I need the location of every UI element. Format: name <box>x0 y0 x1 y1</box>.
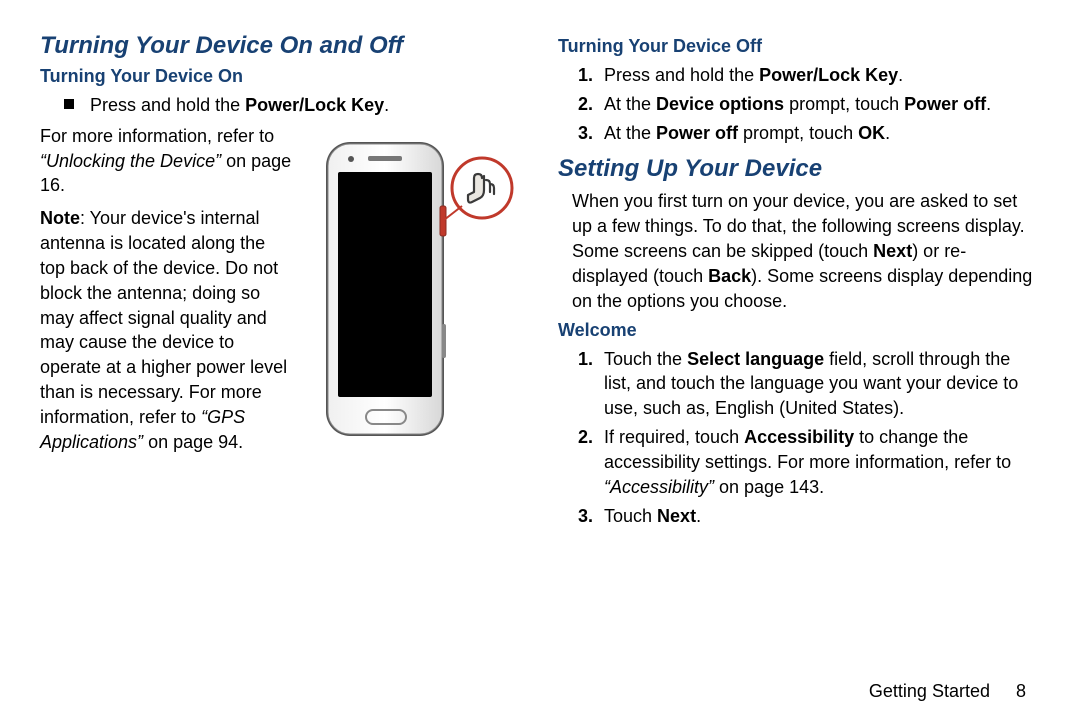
para1-a: For more information, refer to <box>40 126 274 146</box>
step-number: 2. <box>578 425 604 499</box>
off-step-1: 1. Press and hold the Power/Lock Key. <box>578 63 1036 88</box>
page-footer: Getting Started 8 <box>869 681 1026 702</box>
square-bullet-icon <box>64 99 74 109</box>
heading-turning-on-off: Turning Your Device On and Off <box>40 32 518 60</box>
off-step-3: 3. At the Power off prompt, touch OK. <box>578 121 1036 146</box>
step-text: If required, touch Accessibility to chan… <box>604 425 1036 499</box>
heading-welcome: Welcome <box>558 320 1036 341</box>
step-number: 3. <box>578 504 604 529</box>
step-text: At the Device options prompt, touch Powe… <box>604 92 991 117</box>
page-columns: Turning Your Device On and Off Turning Y… <box>40 32 1036 704</box>
welcome-step-2: 2. If required, touch Accessibility to c… <box>578 425 1036 499</box>
note-paragraph: Note: Your device's internal antenna is … <box>40 206 294 454</box>
note-tail: on page 94. <box>143 432 243 452</box>
footer-page-number: 8 <box>1016 681 1026 702</box>
step-text: Touch the Select language field, scroll … <box>604 347 1036 421</box>
note-label: Note <box>40 208 80 228</box>
step-number: 1. <box>578 347 604 421</box>
left-column: Turning Your Device On and Off Turning Y… <box>40 32 546 704</box>
intro-text: For more information, refer to “Unlockin… <box>40 124 308 455</box>
welcome-step-1: 1. Touch the Select language field, scro… <box>578 347 1036 421</box>
phone-figure <box>308 134 518 455</box>
step-text: Press and hold the Power/Lock Key. <box>604 63 903 88</box>
step-number: 3. <box>578 121 604 146</box>
off-step-2: 2. At the Device options prompt, touch P… <box>578 92 1036 117</box>
welcome-step-3: 3. Touch Next. <box>578 504 1036 529</box>
para1-ital: “Unlocking the Device” <box>40 151 221 171</box>
bullet-text: Press and hold the Power/Lock Key. <box>90 93 389 118</box>
intro-row: For more information, refer to “Unlockin… <box>40 124 518 455</box>
setup-intro: When you first turn on your device, you … <box>572 189 1036 313</box>
bullet-text-b: . <box>384 95 389 115</box>
para-more-info: For more information, refer to “Unlockin… <box>40 124 294 198</box>
bullet-text-a: Press and hold the <box>90 95 245 115</box>
right-column: Turning Your Device Off 1. Press and hol… <box>546 32 1036 704</box>
step-number: 2. <box>578 92 604 117</box>
note-body: : Your device's internal antenna is loca… <box>40 208 287 427</box>
step-text: Touch Next. <box>604 504 701 529</box>
footer-section-name: Getting Started <box>869 681 990 702</box>
step-number: 1. <box>578 63 604 88</box>
phone-illustration-icon <box>308 134 518 444</box>
bullet-text-bold: Power/Lock Key <box>245 95 384 115</box>
heading-turning-off: Turning Your Device Off <box>558 36 1036 57</box>
bullet-power-lock: Press and hold the Power/Lock Key. <box>64 93 518 118</box>
heading-setting-up: Setting Up Your Device <box>558 155 1036 183</box>
heading-turning-on: Turning Your Device On <box>40 66 518 87</box>
step-text: At the Power off prompt, touch OK. <box>604 121 890 146</box>
